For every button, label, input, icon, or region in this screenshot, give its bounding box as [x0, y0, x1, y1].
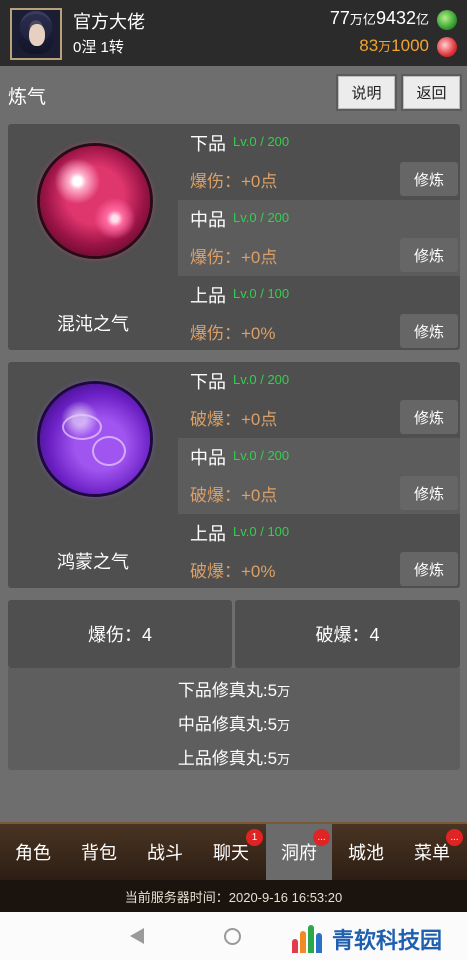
grade-level: Lv.0 / 200 — [233, 372, 290, 387]
page-title: 炼气 — [8, 87, 47, 108]
nav-city[interactable]: 城池 — [333, 824, 399, 880]
chaos-row-high: 上品 Lv.0 / 100 爆伤：+0% 修炼 — [178, 276, 460, 352]
menu-badge: ... — [446, 829, 463, 846]
grade-level: Lv.0 / 200 — [233, 210, 290, 225]
train-button[interactable]: 修炼 — [400, 162, 458, 196]
train-button[interactable]: 修炼 — [400, 400, 458, 434]
pill-inventory: 下品修真丸:5万 中品修真丸:5万 上品修真丸:5万 — [8, 668, 460, 770]
bottom-nav: 角色 背包 战斗 聊天 洞府 城池 菜单 1 ... ... — [0, 822, 467, 880]
player-rank: 0涅 1转 — [73, 39, 124, 56]
top-status-bar: 官方大佬 0涅 1转 77万亿9432亿 83万1000 — [0, 0, 467, 66]
grade-level: Lv.0 / 200 — [233, 448, 290, 463]
red-gem-icon — [437, 37, 457, 57]
chaos-orb-icon — [40, 146, 150, 256]
orb-vein — [62, 414, 102, 440]
logo-bar — [316, 933, 322, 953]
crit-damage-total: 爆伤：4 — [8, 600, 232, 668]
logo-bar — [300, 931, 306, 953]
grade-effect: 爆伤：+0点 — [190, 248, 278, 267]
grade-level: Lv.0 / 100 — [233, 524, 290, 539]
grade-level: Lv.0 / 100 — [233, 286, 290, 301]
stats-summary: 爆伤：4 破爆：4 — [8, 600, 460, 668]
grade-level: Lv.0 / 200 — [233, 134, 290, 149]
hongmeng-row-low: 下品 Lv.0 / 200 破爆：+0点 修炼 — [178, 362, 460, 438]
train-button[interactable]: 修炼 — [400, 238, 458, 272]
nav-battle[interactable]: 战斗 — [132, 824, 198, 880]
chaos-qi-name: 混沌之气 — [57, 314, 129, 334]
grade-label: 下品 — [190, 372, 226, 392]
player-avatar[interactable] — [10, 8, 62, 60]
back-triangle-icon[interactable] — [130, 928, 144, 944]
pill-high-count: 上品修真丸:5万 — [177, 749, 291, 768]
grade-label: 下品 — [190, 134, 226, 154]
pill-low-count: 下品修真丸:5万 — [177, 681, 291, 700]
hongmeng-orb-icon — [40, 384, 150, 494]
grade-label: 中品 — [190, 210, 226, 230]
grade-effect: 破爆：+0点 — [190, 486, 278, 505]
hongmeng-qi-panel: 鸿蒙之气 下品 Lv.0 / 200 破爆：+0点 修炼 中品 Lv.0 / 2… — [8, 362, 460, 588]
grade-label: 上品 — [190, 524, 226, 544]
watermark-text: 青软科技园 — [332, 928, 443, 953]
player-name: 官方大佬 — [73, 12, 145, 32]
watermark-logo-icon — [290, 921, 330, 953]
hongmeng-row-high: 上品 Lv.0 / 100 破爆：+0% 修炼 — [178, 514, 460, 590]
hongmeng-qi-name: 鸿蒙之气 — [57, 552, 129, 572]
grade-label: 上品 — [190, 286, 226, 306]
currency-secondary: 83万1000 — [359, 36, 429, 55]
train-button[interactable]: 修炼 — [400, 314, 458, 348]
cave-badge: ... — [313, 829, 330, 846]
grade-effect: 爆伤：+0点 — [190, 172, 278, 191]
chaos-qi-orb-area: 混沌之气 — [8, 124, 178, 350]
home-circle-icon[interactable] — [224, 928, 241, 945]
system-nav-bar: 青软科技园 — [0, 912, 467, 960]
explain-button[interactable]: 说明 — [336, 74, 397, 111]
hongmeng-row-mid: 中品 Lv.0 / 200 破爆：+0点 修炼 — [178, 438, 460, 514]
server-time: 当前服务器时间：2020-9-16 16:53:20 — [0, 880, 467, 912]
hongmeng-qi-orb-area: 鸿蒙之气 — [8, 362, 178, 588]
orb-vein — [92, 436, 126, 466]
logo-bar — [292, 939, 298, 953]
nav-role[interactable]: 角色 — [0, 824, 66, 880]
avatar-face — [29, 24, 45, 46]
train-button[interactable]: 修炼 — [400, 476, 458, 510]
grade-effect: 破爆：+0点 — [190, 410, 278, 429]
train-button[interactable]: 修炼 — [400, 552, 458, 586]
chaos-qi-panel: 混沌之气 下品 Lv.0 / 200 爆伤：+0点 修炼 中品 Lv.0 / 2… — [8, 124, 460, 350]
jade-coin-icon — [437, 10, 457, 30]
currency-primary: 77万亿9432亿 — [329, 8, 429, 28]
pill-mid-count: 中品修真丸:5万 — [177, 715, 291, 734]
chaos-row-mid: 中品 Lv.0 / 200 爆伤：+0点 修炼 — [178, 200, 460, 276]
chat-badge: 1 — [246, 829, 263, 846]
nav-bag[interactable]: 背包 — [66, 824, 132, 880]
crit-break-total: 破爆：4 — [235, 600, 460, 668]
chaos-row-low: 下品 Lv.0 / 200 爆伤：+0点 修炼 — [178, 124, 460, 200]
back-button[interactable]: 返回 — [401, 74, 462, 111]
grade-effect: 爆伤：+0% — [190, 324, 276, 343]
logo-bar — [308, 925, 314, 953]
grade-label: 中品 — [190, 448, 226, 468]
title-bar: 炼气 说明 返回 — [0, 66, 467, 120]
grade-effect: 破爆：+0% — [190, 562, 276, 581]
